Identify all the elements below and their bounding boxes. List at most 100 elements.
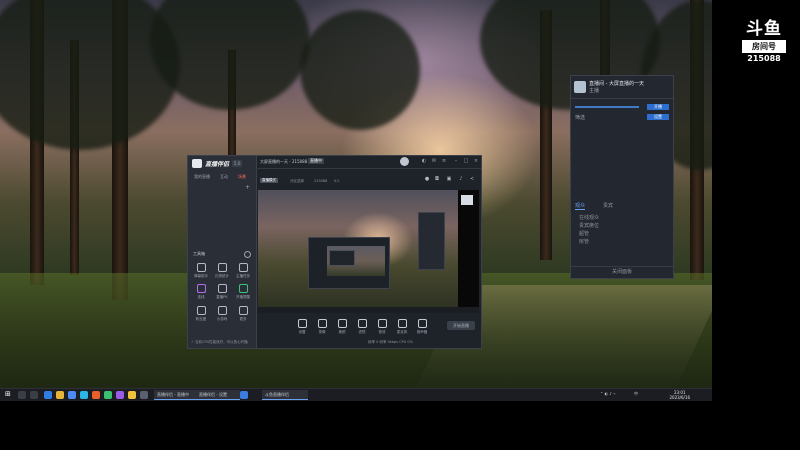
tool-label: 更多	[239, 317, 247, 321]
tool-link[interactable]: 连线	[192, 284, 210, 300]
app-icon[interactable]	[68, 391, 76, 399]
sound-effect-tool[interactable]: 音效	[372, 319, 392, 335]
add-scene-icon[interactable]: +	[245, 184, 250, 191]
task-view-icon[interactable]	[30, 391, 38, 399]
tools-more-icon[interactable]	[244, 251, 251, 258]
tool-label: 礼物统计	[215, 274, 229, 278]
start-live-button[interactable]: 开始直播	[447, 321, 475, 330]
room-id-label: 215088	[747, 54, 781, 63]
task-icon	[238, 263, 248, 272]
start-icon[interactable]: ⊞	[5, 391, 12, 398]
tool-label: 扬声器	[416, 330, 428, 334]
game-icon	[217, 306, 227, 315]
list-item[interactable]: 在线观众	[579, 214, 599, 222]
tab-my-live[interactable]: 我的直播	[194, 174, 210, 180]
minimize-icon[interactable]: –	[453, 158, 459, 164]
app-icon[interactable]	[92, 391, 100, 399]
taskbar-app[interactable]: 斗鱼直播伴侣	[262, 390, 308, 400]
category-select[interactable]: 分区选择	[290, 179, 304, 184]
input-method-icon[interactable]: 中	[634, 391, 638, 397]
lock-icon[interactable]: ◘	[434, 176, 440, 182]
record-tool[interactable]: 录像	[312, 319, 332, 335]
stream-stats: 帧率 0 码率 0kbps CPU 0%	[368, 340, 413, 344]
close-icon[interactable]: ×	[473, 158, 479, 164]
tray-icons[interactable]: ⌃ ◐ ♪ ⌁	[600, 391, 616, 396]
preview-dark-edge	[458, 190, 479, 313]
tool-fans[interactable]: 粉丝团	[192, 306, 210, 322]
list-item[interactable]: 超管	[579, 230, 599, 238]
audio-icon[interactable]: ♪	[458, 176, 464, 182]
filter-label[interactable]: 筛选	[575, 114, 585, 121]
menu-icon[interactable]: ≡	[441, 158, 447, 164]
tab-scene[interactable]: 场景	[238, 174, 246, 180]
taskbar-app[interactable]: 直播伴侣 - 设置	[196, 390, 240, 400]
app-icon[interactable]	[116, 391, 124, 399]
tool-gift[interactable]: 礼物统计	[213, 263, 231, 279]
room-title: 大屏直播的一天 - 215088	[260, 159, 308, 164]
folder-icon[interactable]	[56, 391, 64, 399]
taskbar-app[interactable]: 直播伴侣 - 直播中	[154, 390, 198, 400]
beauty-tool[interactable]: 美颜	[332, 319, 352, 335]
maximize-icon[interactable]: □	[463, 158, 469, 164]
left-tabs: 我的直播 互动 场景	[194, 174, 246, 180]
tool-label: 音效	[378, 330, 386, 334]
tool-label: 录像	[318, 330, 326, 334]
start-button[interactable]: 开播	[647, 104, 669, 110]
app-name: 直播伴侣	[205, 161, 230, 168]
progress-bar	[575, 106, 639, 108]
microphone-icon	[397, 319, 407, 328]
clock-date: 2023/6/16	[669, 395, 690, 400]
mode-tag[interactable]: 直播模式	[260, 178, 278, 183]
message-icon[interactable]: ✉	[431, 158, 437, 164]
app-icon[interactable]	[104, 391, 112, 399]
cpu-status-text: ✓ 当前CPU性能良好，可以放心开播	[191, 340, 248, 344]
skin-icon[interactable]: ◐	[421, 158, 427, 164]
tool-remind[interactable]: 开播提醒	[234, 284, 252, 300]
tab-vip[interactable]: 贵宾	[603, 202, 613, 210]
app-icon[interactable]	[128, 391, 136, 399]
tool-pk[interactable]: 直播PK	[213, 284, 231, 300]
app-icon[interactable]	[140, 391, 148, 399]
preview-taskbar	[258, 307, 479, 313]
fans-icon	[196, 306, 206, 315]
app-icon[interactable]	[80, 391, 88, 399]
tool-game[interactable]: 小游戏	[213, 306, 231, 322]
title-bar: 大屏直播的一天 - 215088 直播中 ◐ ✉ ≡ – □ ×	[256, 156, 481, 169]
list-item[interactable]: 房管	[579, 238, 599, 246]
preview-logo	[461, 195, 473, 205]
tab-audience[interactable]: 观众	[575, 202, 586, 210]
app-icon[interactable]	[240, 391, 248, 399]
close-panel-button[interactable]: 关闭面板	[571, 266, 673, 278]
stream-preview[interactable]	[258, 190, 479, 313]
tool-label: 直播PK	[216, 295, 228, 299]
tool-task[interactable]: 主播任务	[234, 263, 252, 279]
record-icon[interactable]: ●	[424, 176, 430, 182]
app-logo-icon	[192, 159, 202, 168]
search-icon[interactable]	[18, 391, 26, 399]
mic-tool[interactable]: 麦克风	[392, 319, 412, 335]
tool-label: 小游戏	[216, 317, 228, 321]
filter-icon	[357, 319, 367, 328]
settings-button[interactable]: 设置	[647, 114, 669, 120]
tab-interact[interactable]: 互动	[220, 174, 228, 180]
filter-tool[interactable]: 滤镜	[352, 319, 372, 335]
settings-tool[interactable]: 设置	[292, 319, 312, 335]
share-icon[interactable]: ≺	[469, 176, 475, 182]
avatar[interactable]	[574, 81, 586, 93]
tool-label: 弹幕助手	[194, 274, 208, 278]
panel-tabs: 观众 贵宾	[575, 202, 613, 210]
clock[interactable]: 23:01 2023/6/16	[669, 390, 690, 400]
tool-danmu[interactable]: 弹幕助手	[192, 263, 210, 279]
speaker-icon	[417, 319, 427, 328]
list-item[interactable]: 贵宾席位	[579, 222, 599, 230]
screenshot-icon[interactable]: ▣	[446, 176, 452, 182]
sound-effect-icon	[377, 319, 387, 328]
tool-label: 滤镜	[358, 330, 366, 334]
streaming-app-window: 直播伴侣 5.0 我的直播 互动 场景 + 工具箱 弹幕助手 礼物统计 主播任务…	[187, 155, 482, 349]
speaker-tool[interactable]: 扬声器	[412, 319, 432, 335]
tool-more[interactable]: 更多	[234, 306, 252, 322]
user-avatar[interactable]	[400, 157, 409, 166]
browser-icon[interactable]	[44, 391, 52, 399]
app-brand: 直播伴侣 5.0	[192, 159, 243, 168]
tool-label: 麦克风	[396, 330, 408, 334]
